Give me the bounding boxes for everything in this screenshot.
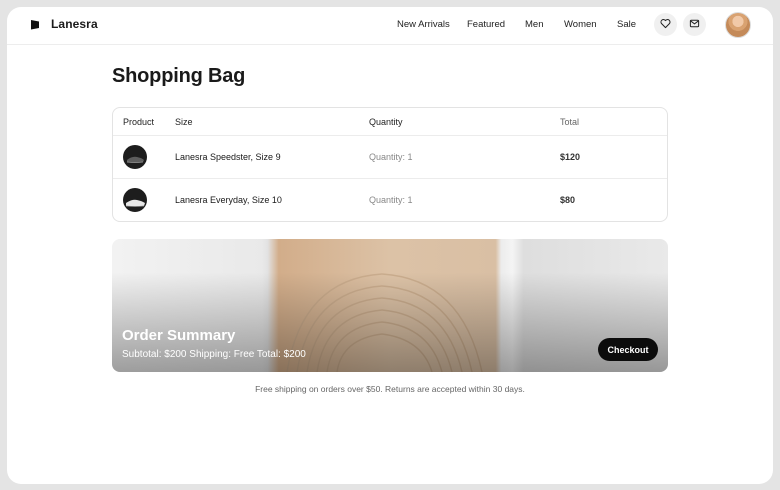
page-title: Shopping Bag (112, 65, 246, 87)
nav-featured[interactable]: Featured (467, 19, 505, 30)
item-total: $120 (560, 152, 581, 162)
avatar[interactable] (725, 12, 751, 38)
product-thumbnail (123, 145, 147, 169)
order-summary-details: Subtotal: $200 Shipping: Free Total: $20… (122, 349, 306, 360)
app-window: Lanesra New Arrivals Featured Men Women … (7, 7, 773, 484)
column-header-quantity: Quantity (369, 117, 403, 127)
item-name: Lanesra Everyday, Size 10 (175, 195, 282, 205)
order-summary-banner: Order Summary Subtotal: $200 Shipping: F… (112, 239, 668, 372)
item-total: $80 (560, 195, 576, 205)
top-navigation-bar: Lanesra New Arrivals Featured Men Women … (7, 7, 773, 45)
column-header-size: Size (175, 117, 193, 127)
product-thumbnail (123, 188, 147, 212)
nav-men[interactable]: Men (525, 19, 543, 30)
column-header-total: Total (560, 117, 580, 127)
nav-sale[interactable]: Sale (617, 19, 636, 30)
order-summary-title: Order Summary (122, 327, 236, 344)
item-quantity: Quantity: 1 (369, 195, 413, 205)
item-name: Lanesra Speedster, Size 9 (175, 152, 281, 162)
brand-name: Lanesra (51, 17, 98, 31)
nav-new-arrivals[interactable]: New Arrivals (397, 19, 450, 30)
bag-button[interactable] (683, 13, 706, 36)
table-row[interactable]: Lanesra Speedster, Size 9 Quantity: 1 $1… (113, 135, 667, 179)
column-header-product: Product (123, 117, 155, 127)
flag-icon (29, 18, 41, 30)
brand[interactable]: Lanesra (29, 17, 98, 31)
table-row[interactable]: Lanesra Everyday, Size 10 Quantity: 1 $8… (113, 178, 667, 222)
checkout-button[interactable]: Checkout (598, 338, 658, 361)
nav-women[interactable]: Women (564, 19, 597, 30)
wishlist-button[interactable] (654, 13, 677, 36)
cart-table: Product Size Quantity Total Lanesra Spee… (112, 107, 668, 222)
shipping-returns-note: Free shipping on orders over $50. Return… (255, 384, 525, 394)
heart-icon (660, 16, 671, 34)
mail-icon (689, 16, 700, 34)
item-quantity: Quantity: 1 (369, 152, 413, 162)
